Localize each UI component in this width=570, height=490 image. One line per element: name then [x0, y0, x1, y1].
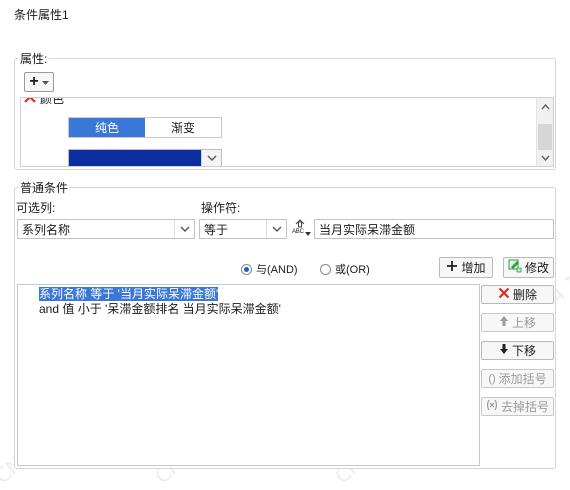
common-conditions-label: 普通条件: [18, 179, 71, 196]
remove-icon[interactable]: [23, 98, 37, 107]
conditions-list[interactable]: 系列名称 等于 '当月实际呆滞金额' and 值 小于 '呆滞金额排名 当月实际…: [17, 284, 480, 466]
chevron-down-icon: [41, 75, 49, 89]
column-select[interactable]: 系列名称: [17, 219, 195, 239]
add-button[interactable]: 增加: [439, 257, 493, 278]
modify-button-label: 修改: [524, 261, 549, 275]
dialog-title: 条件属性1: [14, 8, 69, 22]
move-up-button-label: 上移: [511, 316, 536, 330]
condition-row[interactable]: 系列名称 等于 '当月实际呆滞金额': [39, 287, 219, 301]
modify-button[interactable]: 修改: [503, 257, 554, 278]
remove-bracket-icon: [486, 399, 498, 414]
or-radio-label: 或(OR): [335, 264, 370, 276]
optional-column-label: 可选列:: [16, 201, 56, 215]
plus-icon: [446, 260, 458, 275]
move-up-button[interactable]: 上移: [481, 313, 554, 332]
remove-bracket-button[interactable]: 去掉括号: [481, 397, 554, 416]
chevron-down-icon[interactable]: [266, 220, 286, 238]
delete-button[interactable]: 删除: [481, 285, 554, 304]
attribute-scrollbar[interactable]: [536, 98, 553, 166]
tab-gradient[interactable]: 渐变: [145, 118, 221, 137]
or-radio-option[interactable]: 或(OR): [320, 261, 370, 277]
color-picker[interactable]: [68, 149, 222, 166]
value-input[interactable]: 当月实际呆滞金额: [314, 219, 554, 239]
attribute-list[interactable]: 颜色 纯色 渐变: [20, 97, 554, 167]
operator-select-value: 等于: [204, 222, 229, 237]
arrow-down-icon: [499, 343, 509, 358]
column-select-value: 系列名称: [22, 222, 71, 237]
tab-solid-color[interactable]: 纯色: [69, 118, 145, 137]
chevron-down-icon[interactable]: [174, 220, 194, 238]
move-down-button-label: 下移: [511, 344, 536, 358]
add-bracket-button-label: 添加括号: [498, 372, 547, 386]
operator-select[interactable]: 等于: [199, 219, 287, 239]
and-radio-label: 与(AND): [256, 264, 298, 276]
plus-icon: +: [29, 73, 39, 90]
add-attribute-button[interactable]: +: [24, 72, 54, 92]
or-radio[interactable]: [320, 263, 331, 275]
condition-row-text: 系列名称 等于 '当月实际呆滞金额': [39, 287, 219, 301]
add-bracket-button[interactable]: () 添加括号: [481, 369, 554, 388]
value-type-abc-icon[interactable]: ABC: [291, 218, 313, 240]
attribute-item-color[interactable]: 颜色: [23, 97, 65, 107]
scroll-up-arrow-icon[interactable]: [537, 98, 553, 115]
and-radio[interactable]: [241, 263, 252, 275]
scrollbar-thumb[interactable]: [538, 124, 552, 150]
condition-row-text: and 值 小于 '呆滞金额排名 当月实际呆滞金额': [39, 302, 281, 316]
delete-button-label: 删除: [512, 288, 537, 302]
attribute-item-label: 颜色: [40, 97, 65, 106]
color-swatch: [69, 150, 201, 166]
arrow-up-icon: [499, 315, 509, 330]
bracket-icon: (): [488, 372, 496, 385]
condition-row[interactable]: and 值 小于 '呆滞金额排名 当月实际呆滞金额': [39, 302, 281, 316]
edit-icon: [508, 259, 522, 276]
and-radio-option[interactable]: 与(AND): [241, 261, 298, 277]
delete-icon: [498, 287, 510, 302]
attributes-label: 属性:: [18, 50, 50, 67]
move-down-button[interactable]: 下移: [481, 341, 554, 360]
abc-label: ABC: [292, 229, 304, 235]
value-input-text: 当月实际呆滞金额: [319, 222, 416, 237]
remove-bracket-button-label: 去掉括号: [500, 400, 549, 414]
scroll-down-arrow-icon[interactable]: [537, 149, 553, 166]
color-mode-tabs: 纯色 渐变: [68, 117, 222, 138]
chevron-down-icon[interactable]: [201, 150, 221, 166]
add-button-label: 增加: [461, 261, 486, 275]
operator-label: 操作符:: [201, 201, 241, 215]
